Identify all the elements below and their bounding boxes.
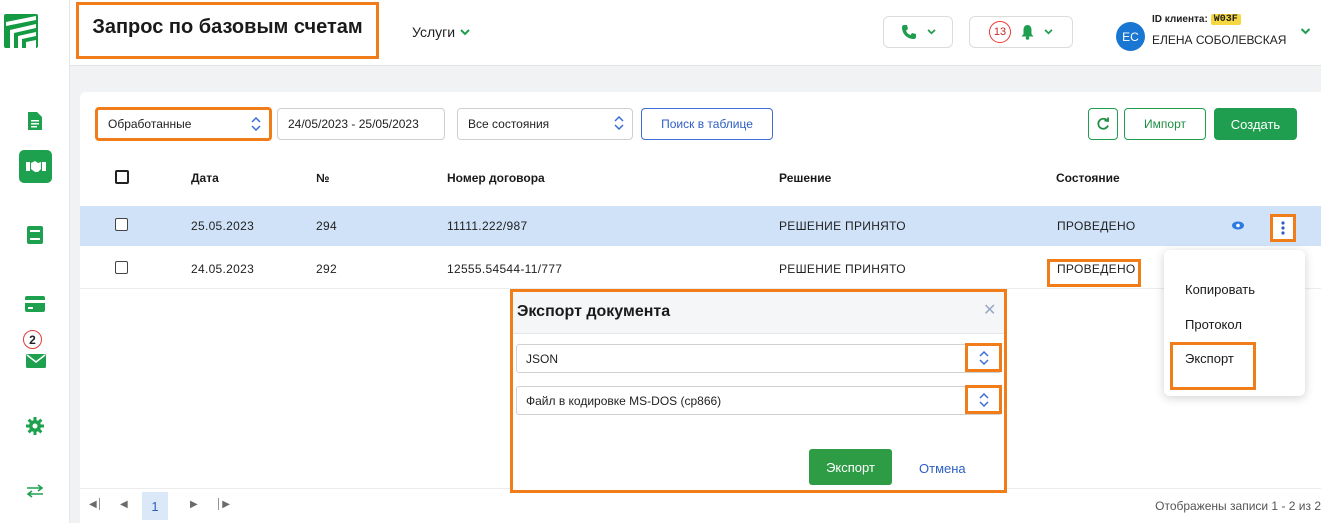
- export-modal: Экспорт документа ✕ JSON Файл в кодировк…: [510, 289, 1007, 493]
- transfer-icon[interactable]: [22, 478, 48, 504]
- status-filter-value: Обработанные: [108, 117, 192, 131]
- phone-icon: [901, 25, 916, 39]
- mail-badge: 2: [23, 330, 42, 349]
- pager-info: Отображены записи 1 - 2 из 2: [1155, 499, 1321, 513]
- document-icon[interactable]: [22, 108, 48, 134]
- next-page-icon[interactable]: ▶: [190, 499, 198, 510]
- phone-dropdown[interactable]: [883, 16, 953, 48]
- menu-item-highlight: [1170, 342, 1256, 390]
- pagination: ◀│ ◀ 1 ▶ │▶ Отображены записи 1 - 2 из 2: [80, 488, 1321, 523]
- menu-item-export[interactable]: Экспорт: [1185, 351, 1234, 366]
- chevron-down-icon: [460, 28, 470, 35]
- refresh-button[interactable]: [1088, 108, 1118, 140]
- services-dropdown[interactable]: Услуги: [412, 24, 470, 40]
- refresh-icon: [1097, 117, 1109, 130]
- format-select[interactable]: JSON: [516, 343, 1002, 373]
- export-button[interactable]: Экспорт: [809, 449, 892, 485]
- notifications-dropdown[interactable]: 13: [969, 16, 1073, 48]
- row-actions-button[interactable]: [1270, 214, 1296, 242]
- column-header-state[interactable]: Состояние: [1056, 171, 1120, 185]
- sidebar: 2: [0, 0, 70, 523]
- gear-icon[interactable]: [22, 413, 48, 439]
- client-id-label: ID клиента:: [1152, 14, 1208, 25]
- row-checkbox[interactable]: [115, 218, 128, 231]
- select-arrows-icon[interactable]: [965, 385, 1002, 414]
- prev-page-icon[interactable]: ◀: [120, 499, 128, 510]
- cell-decision: РЕШЕНИЕ ПРИНЯТО: [779, 219, 906, 233]
- state-filter-value: Все состояния: [468, 117, 550, 131]
- column-header-contract[interactable]: Номер договора: [447, 171, 545, 185]
- first-page-icon[interactable]: ◀│: [89, 499, 103, 510]
- menu-item-protocol[interactable]: Протокол: [1185, 317, 1242, 332]
- last-page-icon[interactable]: │▶: [216, 499, 230, 510]
- current-page[interactable]: 1: [142, 492, 168, 520]
- chevron-down-icon: [926, 29, 936, 35]
- modal-title: Экспорт документа: [517, 303, 671, 320]
- row-context-menu: Копировать Протокол Экспорт: [1164, 250, 1305, 396]
- bell-icon: [1021, 24, 1034, 40]
- date-range-input[interactable]: 24/05/2023 - 25/05/2023: [277, 108, 445, 140]
- column-header-number[interactable]: №: [316, 171, 329, 185]
- table-row[interactable]: 25.05.2023 294 11111.222/987 РЕШЕНИЕ ПРИ…: [80, 206, 1321, 246]
- more-vertical-icon: [1281, 221, 1285, 235]
- logo-icon[interactable]: [4, 14, 38, 48]
- encoding-select[interactable]: Файл в кодировке MS-DOS (cp866): [516, 385, 1002, 415]
- create-button[interactable]: Создать: [1214, 108, 1297, 140]
- handshake-icon[interactable]: [19, 150, 52, 183]
- select-arrows-icon: [251, 117, 261, 131]
- row-checkbox[interactable]: [115, 261, 128, 274]
- menu-item-copy[interactable]: Копировать: [1185, 282, 1255, 297]
- cell-decision: РЕШЕНИЕ ПРИНЯТО: [779, 262, 906, 276]
- cell-state: ПРОВЕДЕНО: [1057, 219, 1136, 233]
- table-search-button[interactable]: Поиск в таблице: [641, 108, 773, 140]
- select-arrows-icon[interactable]: [965, 343, 1002, 372]
- cell-number: 294: [316, 219, 337, 233]
- client-id-value: W03F: [1210, 14, 1241, 25]
- state-highlight: [1047, 259, 1141, 287]
- close-icon[interactable]: ✕: [983, 300, 996, 320]
- cell-date: 24.05.2023: [191, 262, 255, 276]
- state-filter-select[interactable]: Все состояния: [457, 108, 633, 140]
- status-filter-select[interactable]: Обработанные: [95, 107, 272, 141]
- cell-number: 292: [316, 262, 337, 276]
- notification-count: 13: [989, 21, 1011, 43]
- services-label: Услуги: [412, 24, 456, 40]
- cell-contract: 12555.54544-11/777: [447, 262, 563, 276]
- book-icon[interactable]: [22, 222, 48, 248]
- avatar[interactable]: ЕС: [1116, 22, 1145, 51]
- user-name: ЕЛЕНА СОБОЛЕВСКАЯ: [1152, 33, 1287, 47]
- select-arrows-icon: [614, 116, 624, 130]
- mail-icon[interactable]: [24, 352, 48, 370]
- cancel-button[interactable]: Отмена: [919, 461, 966, 476]
- page-title: Запрос по базовым счетам: [76, 2, 379, 59]
- top-header: Запрос по базовым счетам Услуги 13 ЕС ID…: [70, 0, 1321, 66]
- chevron-down-icon[interactable]: [1300, 28, 1311, 35]
- cell-contract: 11111.222/987: [447, 219, 528, 233]
- select-all-checkbox[interactable]: [115, 170, 129, 184]
- cell-date: 25.05.2023: [191, 219, 255, 233]
- import-button[interactable]: Импорт: [1124, 108, 1206, 140]
- date-range-value: 24/05/2023 - 25/05/2023: [288, 117, 419, 131]
- column-header-date[interactable]: Дата: [191, 171, 219, 185]
- encoding-value: Файл в кодировке MS-DOS (cp866): [526, 393, 722, 408]
- format-value: JSON: [526, 351, 559, 366]
- modal-header: Экспорт документа ✕: [513, 292, 1004, 334]
- eye-icon[interactable]: [1232, 221, 1244, 230]
- chevron-down-icon: [1044, 29, 1053, 35]
- column-header-decision[interactable]: Решение: [779, 171, 831, 185]
- client-id: ID клиента: W03F: [1152, 14, 1241, 25]
- card-icon[interactable]: [22, 291, 48, 317]
